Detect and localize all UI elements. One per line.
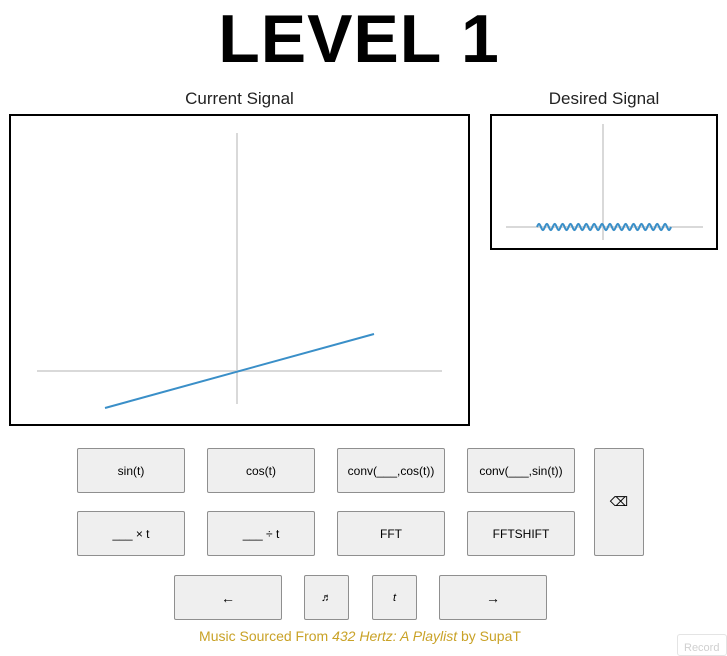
right-arrow-button[interactable]: → [439,575,547,620]
credit-suffix: by SupaT [457,628,521,644]
multiply-t-button[interactable]: ___ × t [77,511,185,556]
record-button[interactable]: Record [677,634,727,656]
conv-sin-button[interactable]: conv(___,sin(t)) [467,448,575,493]
credit-prefix: Music Sourced From [199,628,333,644]
desired-signal-label: Desired Signal [548,89,660,108]
fft-button[interactable]: FFT [337,511,445,556]
current-signal-plot [9,114,470,426]
current-signal-label: Current Signal [185,89,294,108]
desired-signal-svg [506,124,703,240]
t-button[interactable]: t [372,575,417,620]
divide-t-button[interactable]: ___ ÷ t [207,511,315,556]
current-signal-svg [37,133,442,409]
sin-button[interactable]: sin(t) [77,448,185,493]
music-credit: Music Sourced From 432 Hertz: A Playlist… [0,628,720,644]
conv-cos-button[interactable]: conv(___,cos(t)) [337,448,445,493]
fftshift-button[interactable]: FFTSHIFT [467,511,575,556]
left-arrow-button[interactable]: ← [174,575,282,620]
desired-signal-wave [536,222,672,232]
credit-playlist-title: 432 Hertz: A Playlist [332,628,458,644]
desired-signal-plot [490,114,718,250]
cos-button[interactable]: cos(t) [207,448,315,493]
backspace-button[interactable]: ⌫ [594,448,644,556]
music-button[interactable]: ♬ [304,575,349,620]
level-title: LEVEL 1 [218,1,500,77]
